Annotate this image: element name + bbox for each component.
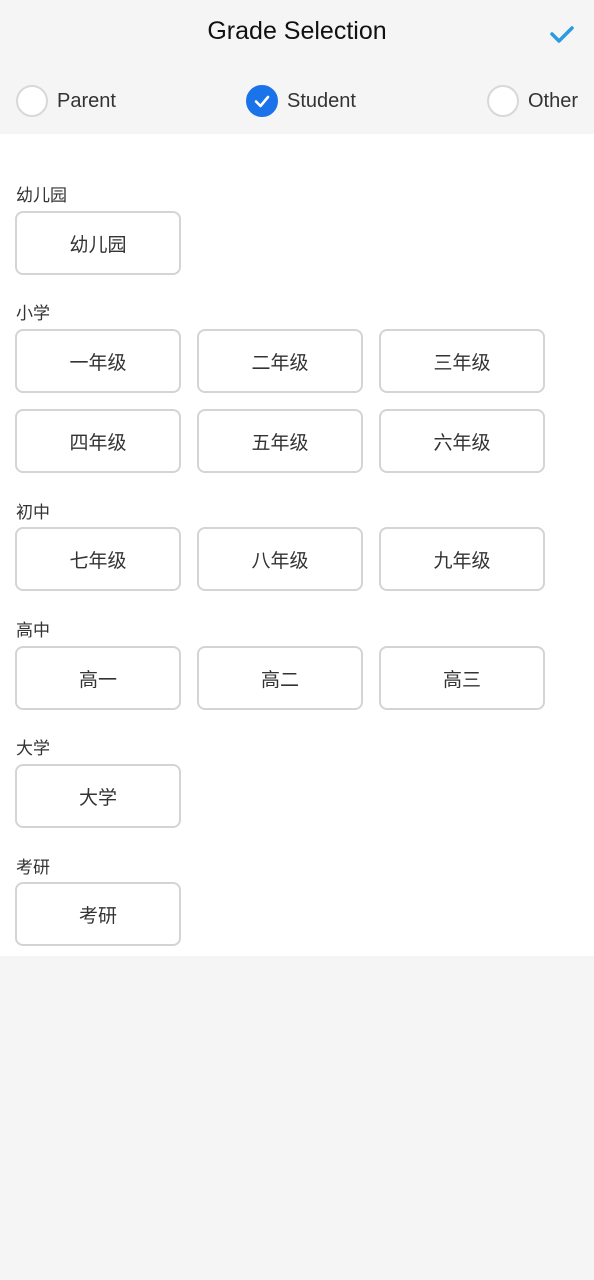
grade-button[interactable]: 高三 xyxy=(379,646,545,710)
grade-button[interactable]: 高一 xyxy=(15,646,181,710)
role-option-student[interactable]: Student xyxy=(246,83,356,119)
grade-list: 幼儿园 幼儿园 小学 一年级 二年级 三年级 四年级 五年级 六年级 初中 七年… xyxy=(0,134,594,956)
grade-button[interactable]: 六年级 xyxy=(379,409,545,473)
grade-button[interactable]: 七年级 xyxy=(15,527,181,591)
section-label-high-school: 高中 xyxy=(16,621,50,641)
radio-unchecked-icon[interactable] xyxy=(487,85,519,117)
grade-button[interactable]: 一年级 xyxy=(15,329,181,393)
role-option-parent[interactable]: Parent xyxy=(16,83,116,119)
role-label: Other xyxy=(528,89,579,112)
confirm-button[interactable] xyxy=(548,20,576,48)
section-label-university: 大学 xyxy=(16,739,50,759)
section-label-kindergarten: 幼儿园 xyxy=(16,186,67,206)
checkmark-icon xyxy=(254,95,270,108)
section-label-primary: 小学 xyxy=(16,304,50,324)
grade-button[interactable]: 五年级 xyxy=(197,409,363,473)
header-bar: Grade Selection xyxy=(0,0,594,68)
grade-button[interactable]: 高二 xyxy=(197,646,363,710)
grade-button[interactable]: 二年级 xyxy=(197,329,363,393)
radio-checked-icon[interactable] xyxy=(246,85,278,117)
grade-button[interactable]: 九年级 xyxy=(379,527,545,591)
section-label-middle-school: 初中 xyxy=(16,503,50,523)
grade-button[interactable]: 三年级 xyxy=(379,329,545,393)
page-title: Grade Selection xyxy=(207,17,387,45)
grade-button[interactable]: 考研 xyxy=(15,882,181,946)
section-label-postgraduate: 考研 xyxy=(16,858,50,878)
checkmark-icon xyxy=(550,26,574,43)
grade-button[interactable]: 八年级 xyxy=(197,527,363,591)
role-option-other[interactable]: Other xyxy=(487,83,578,119)
role-label: Student xyxy=(287,89,356,112)
role-label: Parent xyxy=(57,89,116,112)
grade-button[interactable]: 四年级 xyxy=(15,409,181,473)
grade-button[interactable]: 幼儿园 xyxy=(15,211,181,275)
radio-unchecked-icon[interactable] xyxy=(16,85,48,117)
grade-button[interactable]: 大学 xyxy=(15,764,181,828)
role-selector: Parent Student Other xyxy=(0,68,594,134)
